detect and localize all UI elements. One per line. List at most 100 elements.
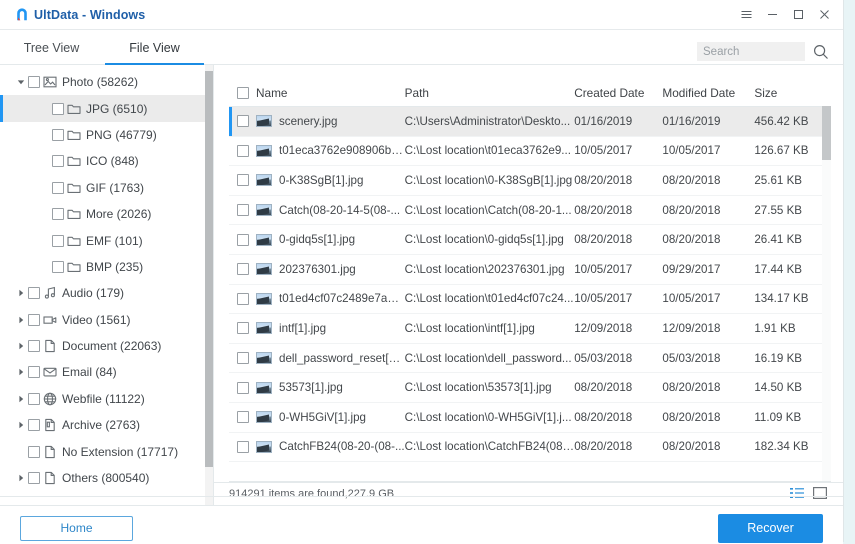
sidebar-item-checkbox[interactable] bbox=[28, 419, 40, 431]
sidebar-item-checkbox[interactable] bbox=[52, 261, 64, 273]
file-list-scrollbar-thumb[interactable] bbox=[822, 106, 831, 160]
row-checkbox[interactable] bbox=[237, 204, 249, 216]
sidebar-item-emf[interactable]: EMF (101) bbox=[0, 227, 213, 253]
expand-arrow-icon[interactable] bbox=[14, 342, 28, 350]
table-row[interactable]: 0-WH5GiV[1].jpgC:\Lost location\0-WH5GiV… bbox=[229, 403, 831, 433]
table-row[interactable]: CatchFB24(08-20-(08-...C:\Lost location\… bbox=[229, 433, 831, 463]
sidebar-item-ico[interactable]: ICO (848) bbox=[0, 148, 213, 174]
row-checkbox[interactable] bbox=[237, 322, 249, 334]
file-list-scrollbar-track[interactable] bbox=[822, 106, 831, 481]
table-row[interactable]: t01eca3762e908906be...C:\Lost location\t… bbox=[229, 137, 831, 167]
table-row[interactable]: 0-gidq5s[1].jpgC:\Lost location\0-gidq5s… bbox=[229, 225, 831, 255]
maximize-button[interactable] bbox=[785, 3, 811, 27]
expand-arrow-icon[interactable] bbox=[14, 474, 28, 482]
sidebar-item-png[interactable]: PNG (46779) bbox=[0, 122, 213, 148]
table-row[interactable]: 53573[1].jpgC:\Lost location\53573[1].jp… bbox=[229, 373, 831, 403]
column-header-created-date[interactable]: Created Date bbox=[574, 86, 662, 100]
table-row[interactable]: 0-K38SgB[1].jpgC:\Lost location\0-K38SgB… bbox=[229, 166, 831, 196]
expand-arrow-icon[interactable] bbox=[14, 316, 28, 324]
sidebar-scrollbar-thumb[interactable] bbox=[205, 71, 213, 467]
thumbnail-view-icon[interactable] bbox=[813, 487, 827, 502]
tab-tree-view[interactable]: Tree View bbox=[0, 31, 103, 65]
sidebar-item-webfile[interactable]: Webfile (11122) bbox=[0, 386, 213, 412]
table-row[interactable]: Catch(08-20-14-5(08-...C:\Lost location\… bbox=[229, 196, 831, 226]
sidebar-item-audio[interactable]: Audio (179) bbox=[0, 280, 213, 306]
sidebar-item-checkbox[interactable] bbox=[28, 314, 40, 326]
close-button[interactable] bbox=[811, 3, 837, 27]
sidebar-item-checkbox[interactable] bbox=[28, 76, 40, 88]
folder-icon bbox=[64, 128, 84, 142]
sidebar-item-gif[interactable]: GIF (1763) bbox=[0, 175, 213, 201]
sidebar-item-checkbox[interactable] bbox=[28, 340, 40, 352]
sidebar-item-photo[interactable]: Photo (58262) bbox=[0, 69, 213, 95]
sidebar-item-video[interactable]: Video (1561) bbox=[0, 307, 213, 333]
sidebar-item-label: EMF (101) bbox=[86, 234, 143, 248]
expand-arrow-icon[interactable] bbox=[14, 395, 28, 403]
sidebar-item-checkbox[interactable] bbox=[28, 287, 40, 299]
column-header-name[interactable]: Name bbox=[229, 86, 405, 100]
sidebar-item-checkbox[interactable] bbox=[52, 103, 64, 115]
expand-arrow-icon[interactable] bbox=[14, 421, 28, 429]
search-input[interactable] bbox=[697, 42, 805, 61]
select-all-checkbox[interactable] bbox=[237, 87, 249, 99]
expand-arrow-icon[interactable] bbox=[14, 289, 28, 297]
tab-file-view-label: File View bbox=[129, 41, 179, 55]
cell-modified-date: 08/20/2018 bbox=[662, 204, 754, 217]
sidebar-scrollbar-track[interactable] bbox=[205, 65, 213, 505]
cell-created-date: 10/05/2017 bbox=[574, 144, 662, 157]
cell-size: 182.34 KB bbox=[754, 440, 831, 453]
sidebar-item-checkbox[interactable] bbox=[52, 208, 64, 220]
cell-modified-date: 05/03/2018 bbox=[662, 352, 754, 365]
sidebar-item-checkbox[interactable] bbox=[52, 182, 64, 194]
table-row[interactable]: scenery.jpgC:\Users\Administrator\Deskto… bbox=[229, 107, 831, 137]
column-header-size[interactable]: Size bbox=[754, 86, 831, 100]
tab-file-view[interactable]: File View bbox=[103, 31, 206, 65]
home-button[interactable]: Home bbox=[20, 516, 133, 541]
column-header-modified-date[interactable]: Modified Date bbox=[662, 86, 754, 100]
sidebar-item-more[interactable]: More (2026) bbox=[0, 201, 213, 227]
row-checkbox[interactable] bbox=[237, 115, 249, 127]
sidebar-item-others[interactable]: Others (800540) bbox=[0, 465, 213, 491]
row-checkbox[interactable] bbox=[237, 441, 249, 453]
cell-modified-date: 08/20/2018 bbox=[662, 440, 754, 453]
row-checkbox[interactable] bbox=[237, 293, 249, 305]
file-grid-header: Name Path Created Date Modified Date Siz… bbox=[229, 80, 831, 107]
menu-button[interactable] bbox=[733, 3, 759, 27]
table-row[interactable]: intf[1].jpgC:\Lost location\intf[1].jpg1… bbox=[229, 314, 831, 344]
expand-arrow-icon[interactable] bbox=[14, 78, 28, 86]
table-row[interactable]: dell_password_reset[1]...C:\Lost locatio… bbox=[229, 344, 831, 374]
row-checkbox[interactable] bbox=[237, 145, 249, 157]
cell-created-date: 08/20/2018 bbox=[574, 233, 662, 246]
sidebar-item-bmp[interactable]: BMP (235) bbox=[0, 254, 213, 280]
sidebar-item-checkbox[interactable] bbox=[28, 446, 40, 458]
row-checkbox[interactable] bbox=[237, 174, 249, 186]
cell-path: C:\Lost location\53573[1].jpg bbox=[405, 381, 575, 394]
document-icon bbox=[40, 339, 60, 353]
table-row[interactable]: t01ed4cf07c2489e7ac[...C:\Lost location\… bbox=[229, 285, 831, 315]
sidebar-item-archive[interactable]: Archive (2763) bbox=[0, 412, 213, 438]
table-row[interactable]: 202376301.jpgC:\Lost location\202376301.… bbox=[229, 255, 831, 285]
row-checkbox[interactable] bbox=[237, 234, 249, 246]
sidebar-item-document[interactable]: Document (22063) bbox=[0, 333, 213, 359]
list-view-icon[interactable] bbox=[790, 487, 804, 502]
search-icon[interactable] bbox=[813, 44, 829, 60]
minimize-button[interactable] bbox=[759, 3, 785, 27]
recover-button[interactable]: Recover bbox=[718, 514, 823, 543]
row-checkbox[interactable] bbox=[237, 411, 249, 423]
column-header-path[interactable]: Path bbox=[405, 86, 575, 100]
sidebar-item-jpg[interactable]: JPG (6510) bbox=[0, 95, 213, 121]
row-checkbox[interactable] bbox=[237, 382, 249, 394]
row-checkbox[interactable] bbox=[237, 352, 249, 364]
row-checkbox[interactable] bbox=[237, 263, 249, 275]
sidebar-item-checkbox[interactable] bbox=[28, 366, 40, 378]
sidebar-item-no[interactable]: No Extension (17717) bbox=[0, 438, 213, 464]
sidebar-item-checkbox[interactable] bbox=[28, 393, 40, 405]
cell-path: C:\Lost location\t01ed4cf07c24... bbox=[405, 292, 575, 305]
sidebar-item-checkbox[interactable] bbox=[52, 235, 64, 247]
title-bar: UltData - Windows bbox=[0, 0, 843, 30]
sidebar-item-checkbox[interactable] bbox=[28, 472, 40, 484]
sidebar-item-checkbox[interactable] bbox=[52, 129, 64, 141]
expand-arrow-icon[interactable] bbox=[14, 368, 28, 376]
sidebar-item-checkbox[interactable] bbox=[52, 155, 64, 167]
sidebar-item-email[interactable]: Email (84) bbox=[0, 359, 213, 385]
